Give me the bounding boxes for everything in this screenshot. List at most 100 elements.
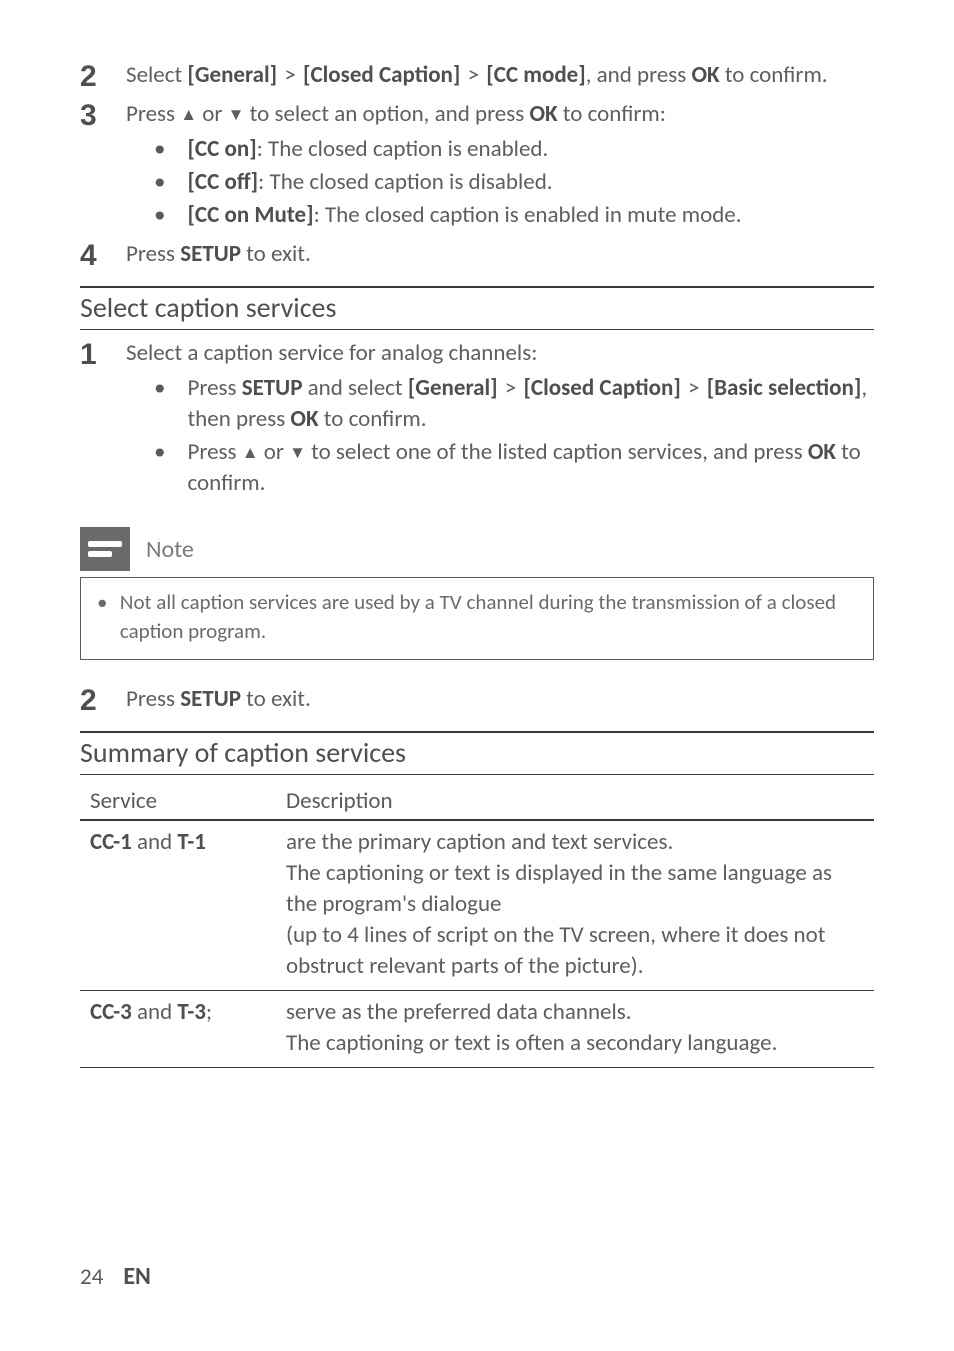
down-arrow-icon: ▼: [289, 442, 306, 463]
description-text: are the primary caption and text service…: [286, 828, 832, 980]
service-code: CC-1: [90, 828, 132, 856]
section-divider: [80, 731, 874, 733]
text: and select: [302, 374, 407, 402]
text: Select a caption service for analog chan…: [126, 339, 537, 367]
page-footer: 24 EN: [80, 1262, 151, 1291]
note-box: Note • Not all caption services are used…: [80, 527, 874, 660]
bullet-icon: •: [154, 167, 165, 198]
option-body: [CC on]: The closed caption is enabled.: [187, 134, 874, 165]
down-arrow-icon: ▼: [228, 104, 245, 125]
setup-key: SETUP: [242, 374, 303, 402]
step-body: Select [General] > [Closed Caption] > [C…: [126, 60, 874, 91]
step-number: 1: [80, 338, 100, 371]
sep: >: [498, 374, 524, 402]
option-item: • [CC on Mute]: The closed caption is en…: [126, 200, 874, 231]
step-3: 3 Press ▲ or ▼ to select an option, and …: [80, 99, 874, 233]
note-header: Note: [80, 527, 874, 571]
sep: >: [277, 61, 303, 89]
bullet-icon: •: [154, 373, 165, 435]
text: and: [132, 998, 178, 1026]
menu-path: [Closed Caption]: [303, 61, 460, 89]
bullet-body: Press ▲ or ▼ to select one of the listed…: [187, 437, 874, 499]
text: to exit.: [241, 685, 311, 713]
top-step-list: 2 Select [General] > [Closed Caption] > …: [80, 60, 874, 272]
service-cell: CC-3 and T-3;: [80, 991, 280, 1068]
section-divider: [80, 286, 874, 288]
bullet-icon: •: [154, 437, 165, 499]
bullet-icon: •: [97, 588, 106, 645]
step-body: Press SETUP to exit.: [126, 684, 874, 715]
language-code: EN: [123, 1262, 151, 1291]
step-body: Press ▲ or ▼ to select an option, and pr…: [126, 99, 874, 233]
option-desc: : The closed caption is disabled.: [258, 168, 552, 196]
ok-key: OK: [529, 100, 557, 128]
menu-path: [CC mode]: [486, 61, 585, 89]
menu-path: [Closed Caption]: [523, 374, 680, 402]
column-header-service: Service: [80, 783, 280, 820]
step-number: 4: [80, 239, 100, 272]
step-number: 3: [80, 99, 100, 132]
table-row: CC-1 and T-1 are the primary caption and…: [80, 820, 874, 991]
note-bullet: • Not all caption services are used by a…: [97, 588, 857, 645]
text: to confirm:: [558, 100, 666, 128]
service-code: CC-3: [90, 998, 132, 1026]
step-body: Select a caption service for analog chan…: [126, 338, 874, 501]
table-header-row: Service Description: [80, 783, 874, 820]
note-body: • Not all caption services are used by a…: [80, 578, 874, 660]
bullet-body: Press SETUP and select [General] > [Clos…: [187, 373, 874, 435]
setup-key: SETUP: [180, 685, 241, 713]
table-row: CC-3 and T-3; serve as the preferred dat…: [80, 991, 874, 1068]
section1-step-list-2: 2 Press SETUP to exit.: [80, 684, 874, 717]
text: ;: [206, 998, 212, 1026]
sub-bullet-list: • Press SETUP and select [General] > [Cl…: [126, 373, 874, 499]
text: to confirm.: [319, 405, 427, 433]
text: to exit.: [241, 240, 311, 268]
service-code: T-3: [177, 998, 206, 1026]
text: or: [197, 100, 228, 128]
description-cell: are the primary caption and text service…: [280, 820, 874, 991]
text: Press: [187, 438, 241, 466]
text: to confirm.: [720, 61, 828, 89]
text: and: [132, 828, 178, 856]
option-desc: : The closed caption is enabled.: [257, 135, 549, 163]
setup-key: SETUP: [180, 240, 241, 268]
section1-step-1: 1 Select a caption service for analog ch…: [80, 338, 874, 501]
step-number: 2: [80, 60, 100, 93]
option-label: [CC off]: [187, 168, 258, 196]
ok-key: OK: [808, 438, 836, 466]
option-item: • [CC off]: The closed caption is disabl…: [126, 167, 874, 198]
description-text: serve as the preferred data channels. Th…: [286, 998, 777, 1057]
text: to select one of the listed caption serv…: [306, 438, 808, 466]
note-text: Not all caption services are used by a T…: [120, 588, 857, 645]
text: Press: [126, 240, 180, 268]
page-number: 24: [80, 1263, 103, 1291]
menu-path: [General]: [187, 61, 277, 89]
step-2: 2 Select [General] > [Closed Caption] > …: [80, 60, 874, 93]
section-heading-select-caption-services: Select caption services: [80, 290, 874, 330]
sep: >: [460, 61, 486, 89]
section1-step-list: 1 Select a caption service for analog ch…: [80, 338, 874, 501]
column-header-description: Description: [280, 783, 874, 820]
ok-key: OK: [290, 405, 318, 433]
note-label: Note: [146, 535, 194, 564]
ok-key: OK: [691, 61, 719, 89]
text: Press: [126, 100, 180, 128]
section-heading-summary: Summary of caption services: [80, 735, 874, 775]
text: Press: [187, 374, 241, 402]
option-label: [CC on]: [187, 135, 256, 163]
caption-services-table: Service Description CC-1 and T-1 are the…: [80, 783, 874, 1068]
step-number: 2: [80, 684, 100, 717]
sub-bullet-item: • Press SETUP and select [General] > [Cl…: [126, 373, 874, 435]
bullet-icon: •: [154, 200, 165, 231]
option-item: • [CC on]: The closed caption is enabled…: [126, 134, 874, 165]
service-code: T-1: [177, 828, 206, 856]
option-body: [CC on Mute]: The closed caption is enab…: [187, 200, 874, 231]
section1-step-2: 2 Press SETUP to exit.: [80, 684, 874, 717]
text: , and press: [586, 61, 692, 89]
up-arrow-icon: ▲: [180, 104, 197, 125]
service-cell: CC-1 and T-1: [80, 820, 280, 991]
menu-path: [Basic selection]: [707, 374, 862, 402]
text: Press: [126, 685, 180, 713]
text: or: [259, 438, 290, 466]
up-arrow-icon: ▲: [242, 442, 259, 463]
